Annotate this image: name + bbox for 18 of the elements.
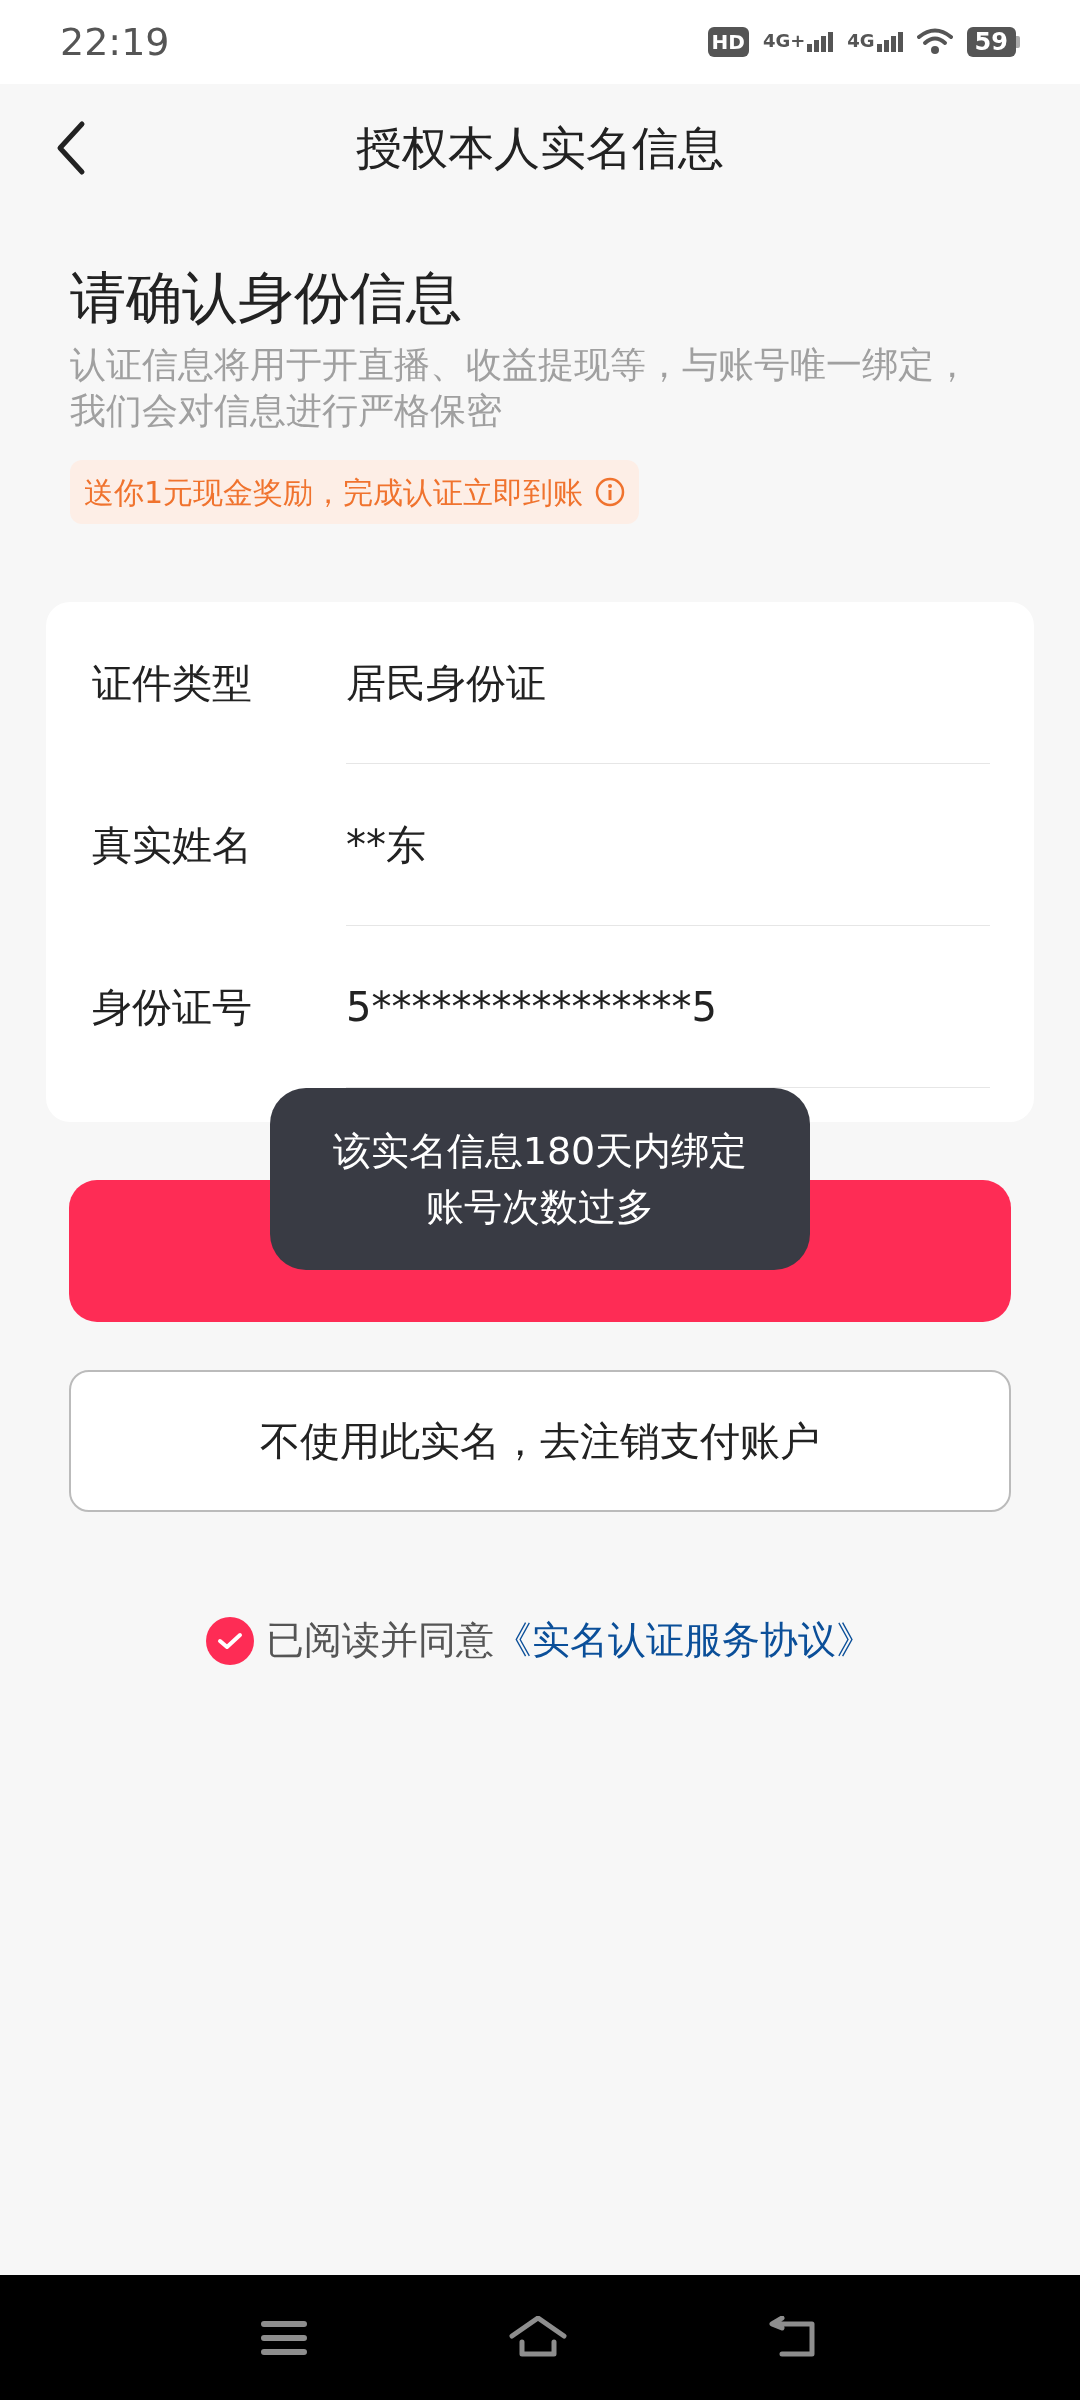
toast-text: 账号次数过多	[426, 1184, 654, 1231]
field-label: 证件类型	[92, 659, 253, 708]
status-time: 22:19	[60, 18, 170, 66]
field-value: **东	[346, 820, 426, 870]
hd-badge: HD	[707, 27, 749, 57]
description-text: 认证信息将用于开直播、收益提现等，与账号唯一绑定，我们会对信息进行严格保密	[70, 343, 971, 433]
network-label: 4G+	[762, 32, 806, 50]
battery-level: 59	[966, 27, 1016, 57]
reward-text: 送你1元现金奖励，完成认证立即到账	[84, 473, 584, 512]
section-heading: 请确认身份信息	[70, 264, 462, 332]
toast-text: 该实名信息180天内绑定	[332, 1128, 748, 1175]
agreement-text: 已阅读并同意《实名认证服务协议》	[266, 1617, 874, 1664]
field-value: 居民身份证	[346, 658, 546, 708]
field-value: 5****************5	[346, 982, 717, 1032]
page-title: 授权本人实名信息	[356, 119, 724, 177]
network-label: 4G	[847, 32, 875, 50]
field-label: 身份证号	[92, 983, 253, 1032]
field-label: 真实姓名	[92, 821, 253, 870]
